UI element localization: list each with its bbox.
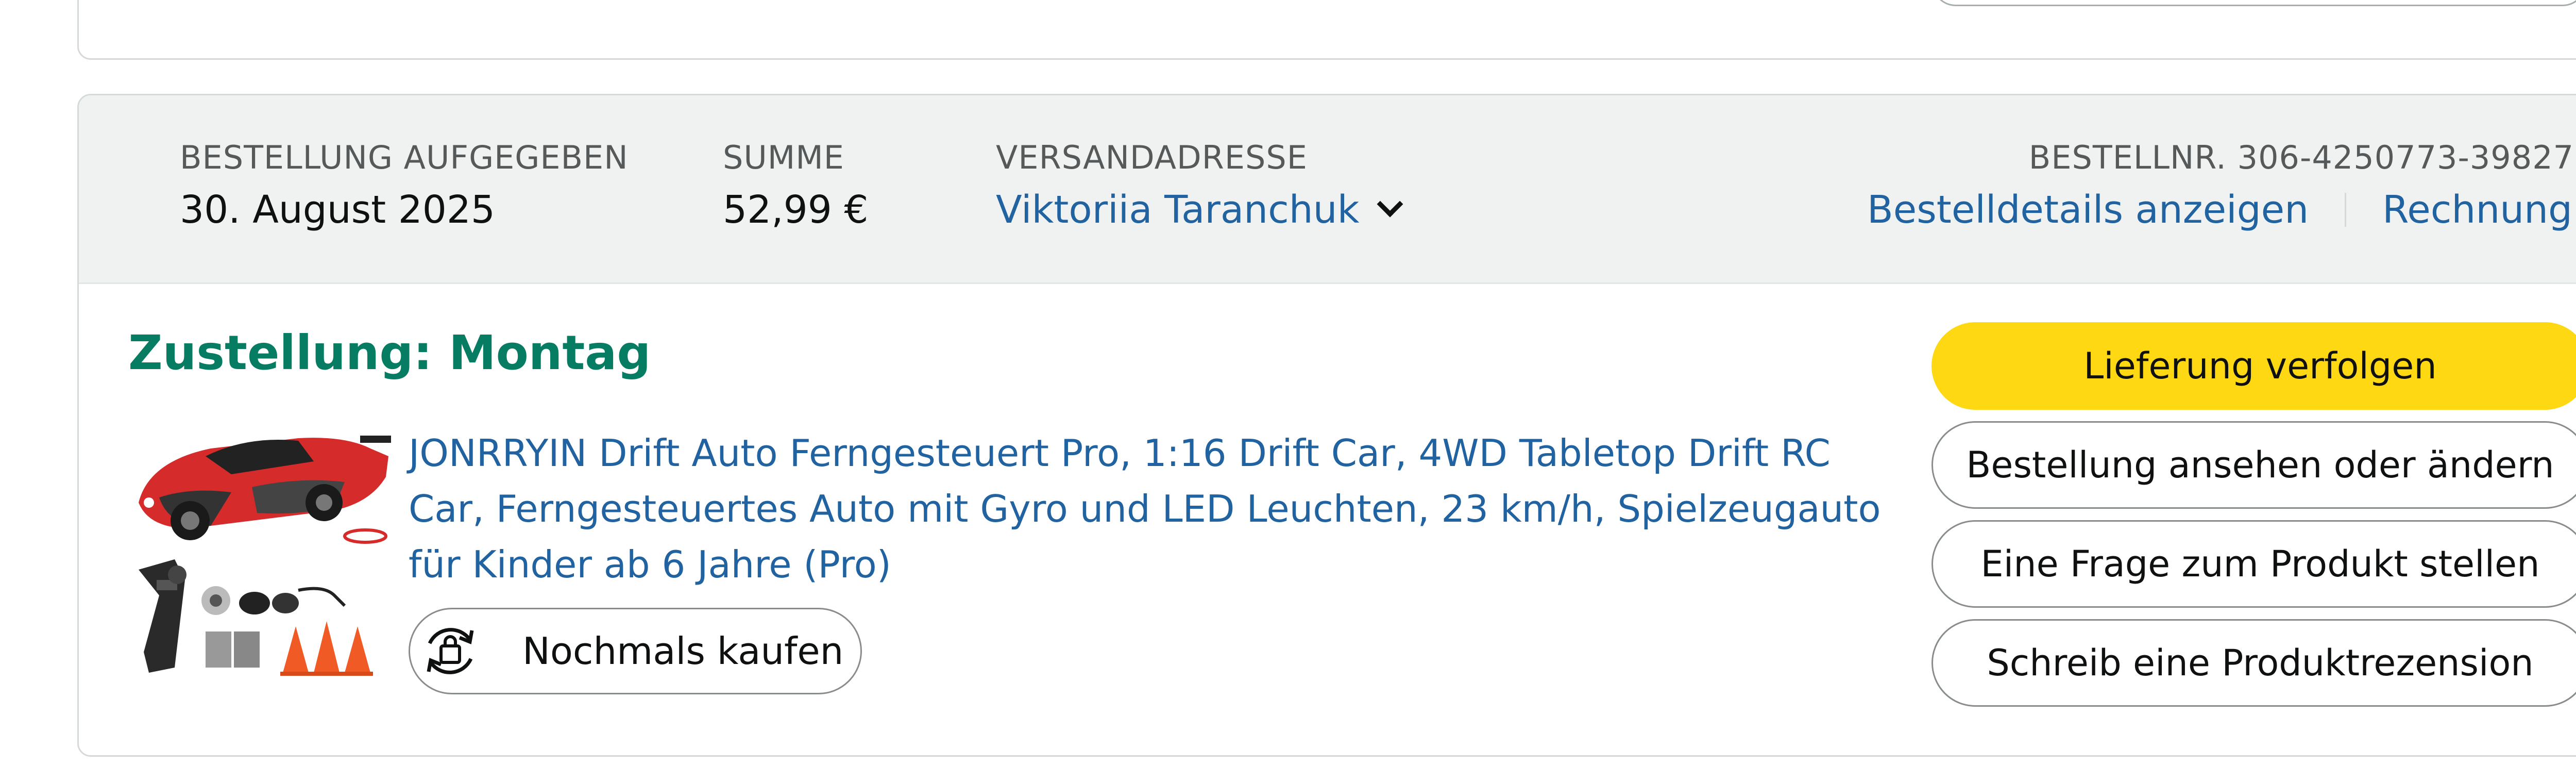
- view-edit-order-button[interactable]: Bestellung ansehen oder ändern: [1931, 421, 2576, 509]
- order-placed-label: BESTELLUNG AUFGEGEBEN: [180, 139, 629, 176]
- order-total-column: SUMME 52,99 €: [723, 139, 868, 232]
- order-placed-column: BESTELLUNG AUFGEGEBEN 30. August 2025: [180, 139, 629, 232]
- previous-order-card: [77, 0, 2576, 60]
- rebuy-cycle-icon: [416, 617, 484, 685]
- order-links: Bestelldetails anzeigen Rechnung: [1867, 188, 2576, 232]
- buy-again-label: Nochmals kaufen: [522, 629, 844, 673]
- order-actions: Lieferung verfolgen Bestellung ansehen o…: [1931, 322, 2576, 718]
- invoice-link[interactable]: Rechnung: [2382, 188, 2576, 232]
- order-placed-date: 30. August 2025: [180, 188, 496, 232]
- previous-order-button-right[interactable]: [1932, 0, 2576, 6]
- track-package-button[interactable]: Lieferung verfolgen: [1931, 322, 2576, 410]
- invoice-label: Rechnung: [2382, 188, 2572, 232]
- view-order-details-link[interactable]: Bestelldetails anzeigen: [1867, 188, 2309, 232]
- buy-again-button[interactable]: Nochmals kaufen: [409, 608, 862, 694]
- ask-product-question-button[interactable]: Eine Frage zum Produkt stellen: [1931, 520, 2576, 608]
- ship-to-label: VERSANDADRESSE: [996, 139, 1308, 176]
- link-divider: [2345, 193, 2347, 227]
- ship-to-name: Viktoriia Taranchuk: [996, 188, 1360, 232]
- order-card: BESTELLUNG AUFGEGEBEN 30. August 2025 SU…: [77, 94, 2576, 757]
- order-total-value: 52,99 €: [723, 188, 869, 232]
- order-header: BESTELLUNG AUFGEGEBEN 30. August 2025 SU…: [79, 95, 2576, 284]
- order-number-label: BESTELLNR. 306-4250773-3982759: [2028, 139, 2576, 176]
- ship-to-name-link[interactable]: Viktoriia Taranchuk: [996, 188, 1403, 232]
- chevron-down-icon: [1377, 191, 1403, 218]
- product-title-link[interactable]: JONRRYIN Drift Auto Ferngesteuert Pro, 1…: [409, 425, 1903, 592]
- product-image[interactable]: [128, 425, 396, 688]
- order-total-label: SUMME: [723, 139, 844, 176]
- order-number-column: BESTELLNR. 306-4250773-3982759 Bestellde…: [1867, 139, 2576, 232]
- ship-to-column: VERSANDADRESSE Viktoriia Taranchuk: [996, 139, 1403, 232]
- write-review-button[interactable]: Schreib eine Produktrezension: [1931, 619, 2576, 707]
- delivery-status: Zustellung: Montag: [128, 325, 651, 380]
